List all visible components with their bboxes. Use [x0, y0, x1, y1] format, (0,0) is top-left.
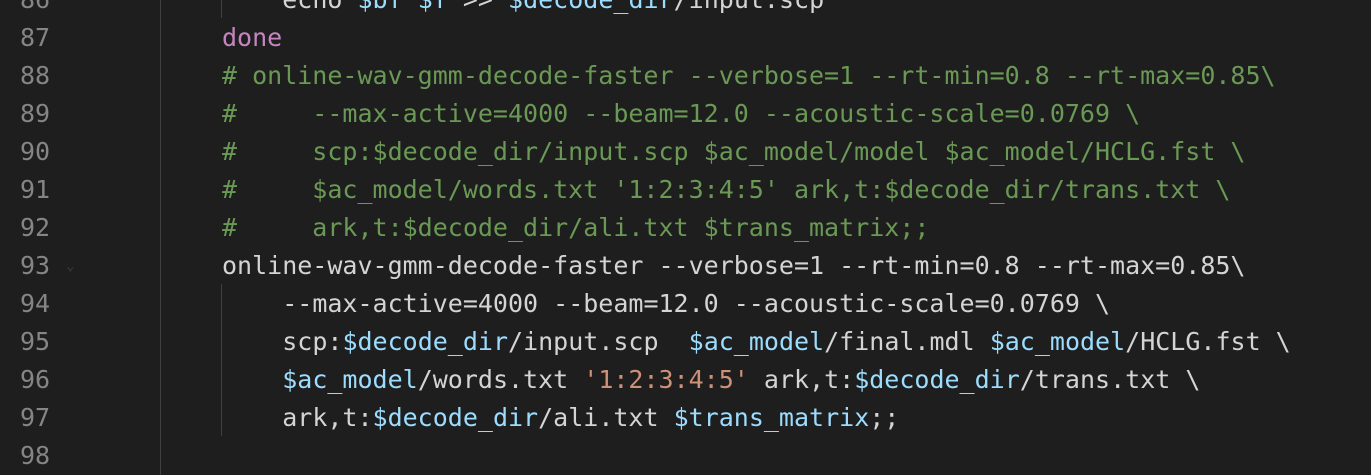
line-number: 91 — [20, 175, 51, 204]
code-token: $f — [418, 0, 448, 14]
code-line[interactable]: done — [222, 19, 282, 57]
code-token: /HCLG.fst \ — [1125, 327, 1291, 356]
line-number-gutter: 86 87 88 89 90 91 92 93 94 95 96 97 98 — [0, 0, 160, 475]
line-number: 92 — [20, 213, 51, 242]
fold-chevron-icon[interactable]: ⌄ — [66, 258, 82, 274]
code-token: $decode_dir — [854, 365, 1020, 394]
code-token: # ark,t:$decode_dir/ali.txt $trans_matri… — [222, 213, 930, 242]
line-number: 87 — [20, 23, 51, 52]
line-number: 88 — [20, 61, 51, 90]
code-token: $ac_model — [282, 365, 418, 394]
code-token: $bf — [357, 0, 402, 14]
code-token: $decode_dir — [372, 403, 539, 432]
line-number: 98 — [20, 441, 51, 470]
line-number: 96 — [20, 365, 51, 394]
line-number: 89 — [20, 99, 51, 128]
indent-guide-outer — [160, 0, 161, 475]
code-token: $ac_model — [688, 327, 825, 356]
code-token: $trans_matrix — [673, 403, 870, 432]
code-token: ark,t: — [282, 403, 373, 432]
code-editor[interactable]: 86 87 88 89 90 91 92 93 94 95 96 97 98 ⌄ echo $bf $f… — [0, 0, 1371, 475]
code-token: /input.scp — [508, 327, 689, 356]
code-line[interactable]: # online-wav-gmm-decode-faster --verbose… — [222, 57, 1276, 95]
code-token: done — [222, 23, 283, 52]
code-token: /trans.txt \ — [1019, 365, 1201, 394]
code-token: # $ac_model/words.txt '1:2:3:4:5' ark,t:… — [222, 175, 1231, 204]
code-line[interactable]: online-wav-gmm-decode-faster --verbose=1… — [222, 247, 1246, 285]
code-token: /final.mdl — [824, 327, 990, 356]
code-line[interactable]: $ac_model/words.txt '1:2:3:4:5' ark,t:$d… — [222, 361, 1200, 399]
code-token: # scp:$decode_dir/input.scp $ac_model/mo… — [222, 137, 1246, 166]
code-token: online-wav-gmm-decode-faster --verbose=1… — [222, 251, 1246, 280]
line-number: 93 — [20, 251, 51, 280]
code-token: --max-active=4000 --beam=12.0 --acoustic… — [282, 289, 1111, 318]
code-token: /ali.txt — [538, 403, 674, 432]
code-line[interactable]: --max-active=4000 --beam=12.0 --acoustic… — [222, 285, 1110, 323]
line-number: 94 — [20, 289, 51, 318]
code-token: $decode_dir — [342, 327, 509, 356]
code-line[interactable]: # --max-active=4000 --beam=12.0 --acoust… — [222, 95, 1140, 133]
code-line[interactable]: # scp:$decode_dir/input.scp $ac_model/mo… — [222, 133, 1246, 171]
line-number: 97 — [20, 403, 51, 432]
code-token: ark,t: — [748, 365, 855, 394]
code-line[interactable]: scp:$decode_dir/input.scp $ac_model/fina… — [222, 323, 1291, 361]
line-number: 86 — [20, 0, 50, 19]
code-token: >> — [448, 0, 508, 14]
code-line[interactable]: echo $bf $f >> $decode_dir/input.scp — [222, 0, 824, 19]
line-number: 95 — [20, 327, 51, 356]
code-token: # online-wav-gmm-decode-faster --verbose… — [222, 61, 1276, 90]
line-number: 90 — [20, 137, 51, 166]
code-token: ;; — [869, 403, 900, 432]
code-token: # --max-active=4000 --beam=12.0 --acoust… — [222, 99, 1141, 128]
code-line[interactable]: ark,t:$decode_dir/ali.txt $trans_matrix;… — [222, 399, 899, 437]
code-token: echo — [282, 0, 357, 14]
code-line[interactable]: # $ac_model/words.txt '1:2:3:4:5' ark,t:… — [222, 171, 1230, 209]
code-token: /words.txt — [417, 365, 584, 394]
code-token: scp: — [282, 327, 343, 356]
code-token: '1:2:3:4:5' — [583, 365, 749, 394]
code-line[interactable]: # ark,t:$decode_dir/ali.txt $trans_matri… — [222, 209, 929, 247]
code-token: /input.scp — [674, 0, 825, 14]
code-token: $decode_dir — [508, 0, 674, 14]
code-token: $ac_model — [989, 327, 1126, 356]
